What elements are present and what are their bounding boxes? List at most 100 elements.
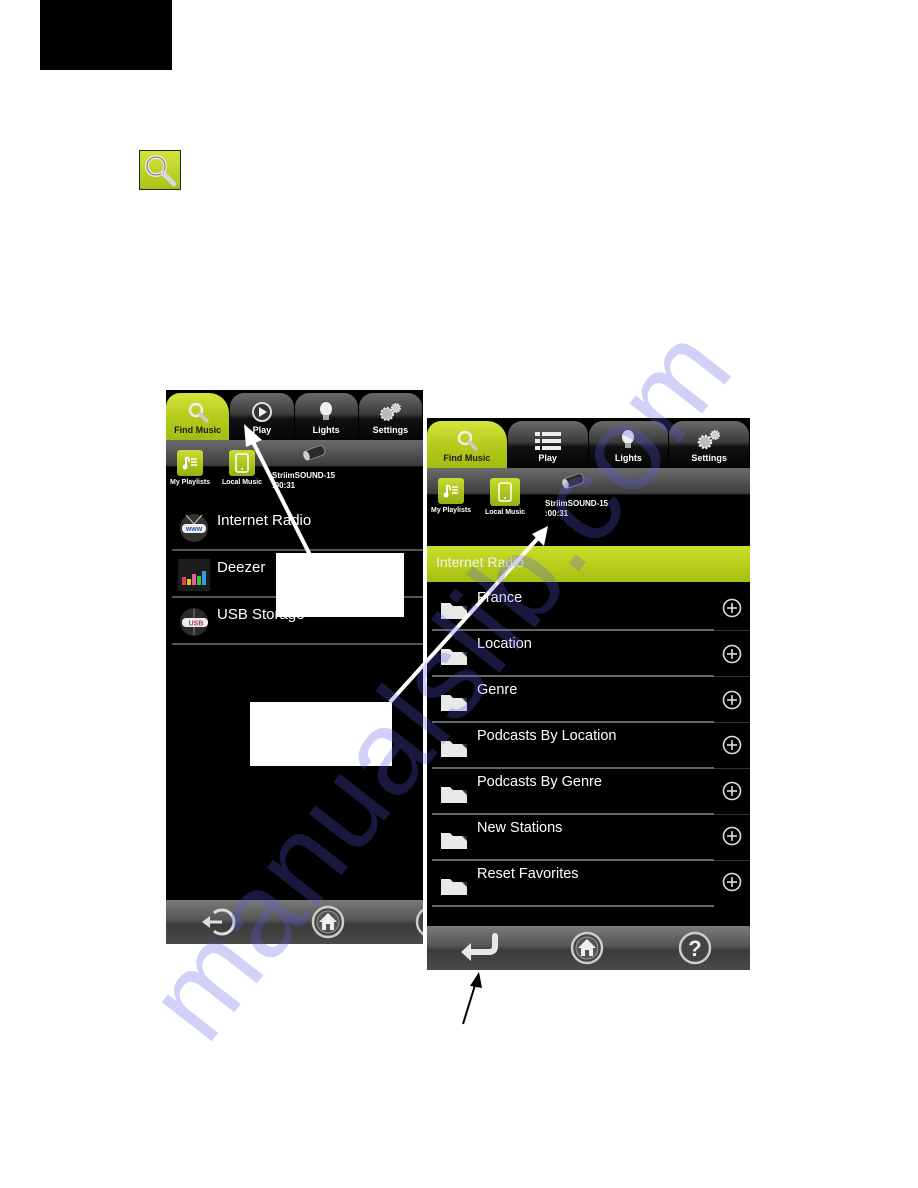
tab-label: Settings: [372, 425, 409, 435]
tab-lights[interactable]: Lights: [294, 393, 358, 440]
list-item-label: New Stations: [477, 820, 563, 836]
source-bar: My Playlists Local Music StriimSOUND-15 …: [427, 468, 750, 532]
device-selector[interactable]: StriimSOUND-15 :00:31: [545, 472, 608, 519]
list-item-label: Genre: [477, 682, 518, 698]
svg-text:www: www: [185, 526, 203, 533]
tab-settings[interactable]: Settings: [669, 421, 749, 468]
tab-label: Settings: [691, 453, 727, 463]
home-icon[interactable]: [310, 905, 346, 941]
playlist-icon: [182, 456, 198, 470]
svg-text:USB: USB: [189, 621, 204, 628]
folder-icon: [441, 741, 467, 757]
local-music-button[interactable]: Local Music: [222, 450, 262, 486]
arrow-to-back-button: [462, 972, 482, 1025]
lightbulb-icon: [622, 430, 635, 448]
list-item-podcasts-by-genre[interactable]: Podcasts By Genre: [432, 768, 714, 815]
folder-icon: [441, 649, 467, 665]
list-icon: [534, 432, 561, 450]
playlist-icon: [443, 484, 459, 498]
source-bar: My Playlists Local Music StriimSOUND-15 …: [166, 440, 423, 504]
nav-bar: ?: [427, 926, 750, 970]
home-icon[interactable]: [569, 930, 605, 966]
tab-label: Play: [252, 425, 272, 435]
gears-icon: [380, 403, 402, 421]
add-button[interactable]: [722, 826, 742, 846]
tab-settings[interactable]: Settings: [358, 393, 422, 440]
speaker-icon: [562, 473, 585, 489]
speaker-icon: [303, 445, 326, 461]
search-icon: [188, 402, 209, 423]
device-time: :00:31: [545, 509, 569, 518]
device-name: StriimSOUND-15: [545, 499, 609, 508]
add-button[interactable]: [722, 644, 742, 664]
source-label: Local Music: [485, 509, 526, 516]
phone-icon: [498, 482, 512, 502]
device-name: StriimSOUND-15: [272, 471, 336, 480]
my-playlists-button[interactable]: My Playlists: [170, 450, 210, 486]
list-item-location[interactable]: Location: [432, 630, 714, 677]
tab-find-music[interactable]: Find Music: [166, 393, 230, 440]
tab-label: Lights: [312, 425, 340, 435]
tab-label: Find Music: [174, 425, 222, 435]
add-button[interactable]: [722, 690, 742, 710]
help-icon[interactable]: [414, 905, 423, 941]
tab-label: Find Music: [443, 453, 491, 463]
phone-screen-right: Find Music Play Lights Settings My Playl…: [427, 418, 750, 970]
add-button[interactable]: [722, 598, 742, 618]
search-icon: [457, 430, 478, 451]
folder-icon: [441, 833, 467, 849]
usb-icon: USB: [180, 608, 208, 636]
phone-screen-left: Find Music Play Lights Settings My Playl…: [166, 390, 423, 944]
search-icon: [139, 150, 181, 190]
list-item-label: Podcasts By Location: [477, 728, 617, 744]
add-button[interactable]: [722, 735, 742, 755]
divider: [714, 676, 750, 677]
list-item-label: Location: [477, 636, 532, 652]
tab-find-music[interactable]: Find Music: [427, 421, 507, 468]
divider: [714, 722, 750, 723]
list-item-internet-radio[interactable]: www Internet Radio: [172, 504, 423, 551]
device-selector[interactable]: StriimSOUND-15 :00:31: [272, 444, 335, 491]
list-item-label: Deezer: [217, 559, 266, 576]
source-label: My Playlists: [431, 507, 472, 514]
divider: [714, 814, 750, 815]
my-playlists-button[interactable]: My Playlists: [431, 478, 471, 514]
add-button[interactable]: [722, 781, 742, 801]
nav-bar: [166, 900, 423, 944]
tab-label: Play: [538, 453, 557, 463]
add-button[interactable]: [722, 872, 742, 892]
device-time: :00:31: [272, 481, 296, 490]
phone-icon: [235, 453, 249, 473]
list-item-france[interactable]: France: [432, 584, 714, 631]
tab-bar: Find Music Play Lights Settings: [166, 390, 423, 440]
www-radio-icon: www: [180, 514, 208, 542]
divider: [714, 860, 750, 861]
tab-lights[interactable]: Lights: [588, 421, 669, 468]
tab-label: Lights: [614, 453, 642, 463]
deezer-icon: [178, 559, 210, 591]
list-item-label: France: [477, 590, 523, 606]
list-item-new-stations[interactable]: New Stations: [432, 814, 714, 861]
folder-icon: [441, 879, 467, 895]
divider: [714, 768, 750, 769]
list-item-reset-favorites[interactable]: Reset Favorites: [432, 860, 714, 907]
list-item-podcasts-by-location[interactable]: Podcasts By Location: [432, 722, 714, 769]
lightbulb-icon: [320, 402, 333, 420]
list-item-label: Internet Radio: [217, 512, 312, 529]
tab-play[interactable]: Play: [507, 421, 588, 468]
folder-icon: [441, 603, 467, 619]
tab-play[interactable]: Play: [230, 393, 294, 440]
callout-box: [250, 702, 392, 766]
source-label: Local Music: [222, 479, 263, 486]
source-label: My Playlists: [170, 479, 211, 486]
help-icon[interactable]: ?: [677, 930, 713, 966]
gears-icon: [697, 430, 721, 450]
local-music-button[interactable]: Local Music: [485, 478, 525, 516]
return-icon[interactable]: [457, 932, 503, 962]
section-header: Internet Radio: [427, 546, 750, 582]
tab-bar: Find Music Play Lights Settings: [427, 418, 750, 468]
svg-text:?: ?: [688, 936, 701, 961]
list-item-genre[interactable]: Genre: [432, 676, 714, 723]
header-block: [40, 0, 172, 70]
back-icon[interactable]: [200, 905, 240, 939]
